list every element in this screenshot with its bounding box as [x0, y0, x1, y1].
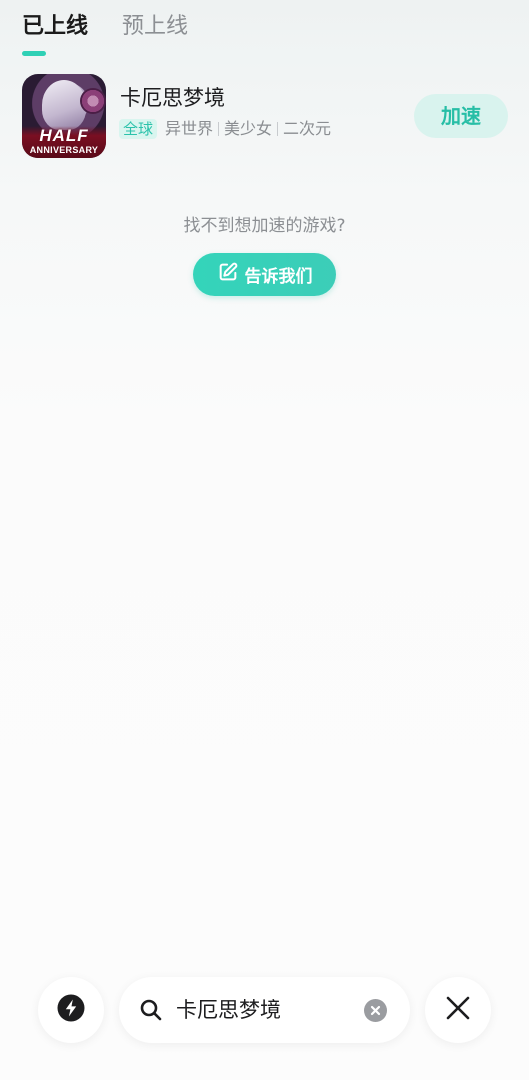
bottom-search-bar: 卡厄思梦境: [0, 976, 529, 1046]
tell-us-button[interactable]: 告诉我们: [193, 253, 336, 296]
region-badge: 全球: [119, 119, 158, 139]
close-button[interactable]: [425, 977, 491, 1043]
icon-badge-top-text: HALF: [39, 126, 89, 145]
game-title: 卡厄思梦境: [120, 86, 225, 110]
accelerate-button[interactable]: 加速: [414, 94, 508, 138]
not-found-prompt: 找不到想加速的游戏?: [183, 216, 346, 236]
game-icon[interactable]: HALF ANNIVERSARY: [22, 74, 106, 158]
search-icon: [139, 998, 163, 1022]
lightning-icon: [56, 993, 86, 1027]
genre-tag: 二次元: [283, 119, 332, 138]
active-tab-indicator: [22, 51, 46, 56]
search-field[interactable]: 卡厄思梦境: [119, 977, 410, 1043]
tag-divider: [218, 122, 220, 136]
genre-tag: 异世界: [165, 119, 214, 138]
flower-decoration: [80, 88, 106, 114]
genre-tag: 美少女: [224, 119, 273, 138]
character-art: [42, 80, 86, 130]
tag-divider: [277, 122, 279, 136]
icon-badge-bottom-text: ANNIVERSARY: [29, 145, 99, 155]
clear-icon[interactable]: [364, 999, 387, 1022]
boost-button[interactable]: [38, 977, 104, 1043]
edit-icon: [217, 261, 239, 288]
tab-upcoming[interactable]: 预上线: [122, 12, 188, 62]
search-input[interactable]: 卡厄思梦境: [176, 996, 281, 1024]
tell-us-label: 告诉我们: [244, 267, 313, 287]
game-tags: 全球 异世界 美少女 二次元: [119, 118, 331, 140]
close-icon: [445, 995, 471, 1025]
